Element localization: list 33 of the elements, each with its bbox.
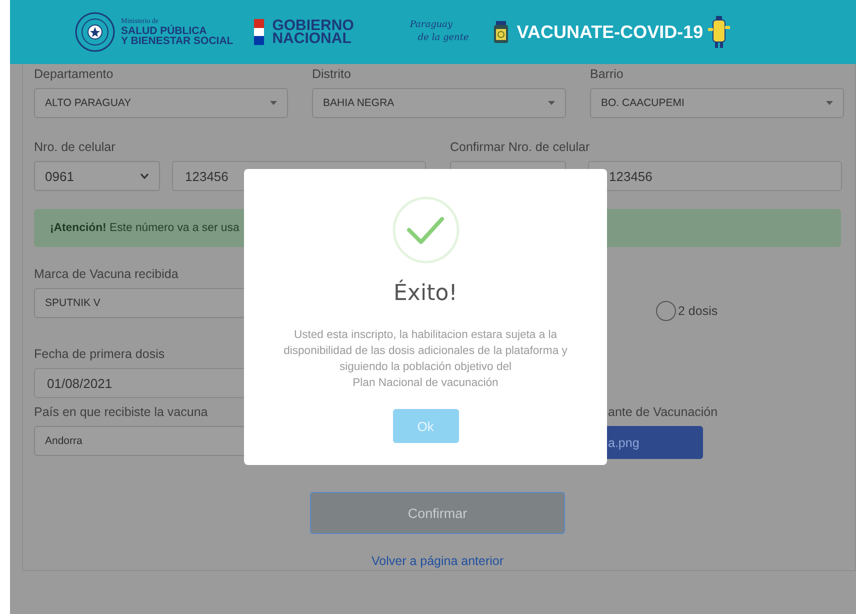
prefix-dropdown[interactable]: 0961 [34,161,160,191]
field-label: Distrito [312,67,351,82]
dropdown[interactable]: BAHIA NEGRA [312,88,566,118]
caret-icon [826,101,833,105]
government-name: GOBIERNO [272,19,354,32]
caret-icon [548,101,555,105]
success-check-icon [392,196,460,264]
caret-icon [270,101,277,105]
seal-icon [75,12,115,52]
field-label: ante de Vacunación [608,405,718,420]
phone-field[interactable]: 123456 [588,161,842,191]
field-label: Barrio [590,67,624,82]
vaccine-jar-icon [492,21,509,43]
mascot-icon [708,16,730,48]
field-label: Nro. de celular [34,140,116,155]
radio-label: 2 dosis [678,304,718,318]
campaign-title: VACUNATE-COVID-19 [516,22,704,42]
field-label: Fecha de primera dosis [34,347,165,362]
chevron-icon [140,173,149,179]
radio-button[interactable] [656,301,676,321]
ministry-name: SALUD PÚBLICA [121,26,207,36]
slogan-text: de la gente [416,32,469,45]
slogan-text: Paraguay [410,19,454,32]
back-link[interactable]: Volver a página anterior [371,554,504,568]
field-label: País en que recibiste la vacuna [34,405,208,420]
dropdown[interactable]: BO. CAACUPEMI [590,88,844,118]
field-label: Marca de Vacuna recibida [34,267,178,282]
government-name: NACIONAL [272,32,352,45]
ministry-name: Y BIENESTAR SOCIAL [121,36,234,46]
flag-icon [254,19,264,45]
field-label: Departamento [34,67,114,82]
field-label: Confirmar Nro. de celular [450,140,590,155]
dropdown[interactable]: ALTO PARAGUAY [34,88,288,118]
